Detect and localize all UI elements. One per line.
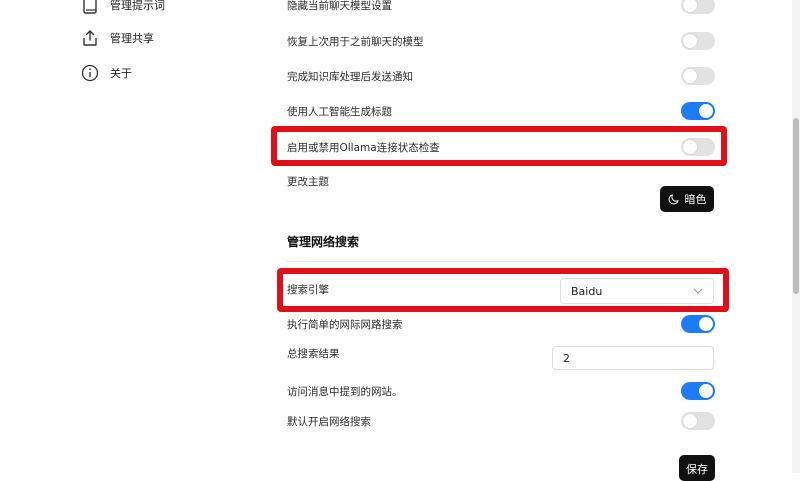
setting-total-results: 总搜索结果 bbox=[287, 343, 537, 363]
scrollbar-thumb[interactable] bbox=[793, 118, 799, 294]
info-icon bbox=[80, 63, 100, 83]
default-web-search-toggle[interactable] bbox=[681, 412, 715, 430]
highlight-box-ollama bbox=[271, 126, 727, 166]
setting-label: 总搜索结果 bbox=[287, 347, 340, 360]
sidebar-item-label: 管理共享 bbox=[110, 32, 154, 45]
share-icon bbox=[80, 28, 100, 48]
setting-label: 完成知识库处理后发送通知 bbox=[287, 70, 413, 83]
scrollbar[interactable] bbox=[792, 0, 800, 473]
total-results-value: 2 bbox=[563, 351, 570, 365]
setting-label: 使用人工智能生成标题 bbox=[287, 105, 392, 118]
setting-label: 隐藏当前聊天模型设置 bbox=[287, 0, 392, 12]
ai-title-toggle[interactable] bbox=[681, 102, 715, 120]
setting-kb-notify: 完成知识库处理后发送通知 bbox=[287, 66, 715, 86]
book-icon bbox=[80, 0, 100, 15]
setting-label: 更改主题 bbox=[287, 175, 329, 188]
kb-notify-toggle[interactable] bbox=[681, 67, 715, 85]
setting-label: 默认开启网络搜索 bbox=[287, 415, 371, 428]
simple-search-toggle[interactable] bbox=[681, 315, 715, 333]
section-title-web-search: 管理网络搜索 bbox=[287, 235, 360, 249]
save-button[interactable]: 保存 bbox=[679, 455, 715, 481]
theme-button[interactable]: 暗色 bbox=[660, 186, 714, 212]
setting-default-web-search: 默认开启网络搜索 bbox=[287, 411, 715, 431]
setting-label: 执行简单的网际网路搜索 bbox=[287, 318, 403, 331]
setting-visit-sites: 访问消息中提到的网站。 bbox=[287, 381, 715, 401]
setting-simple-search: 执行简单的网际网路搜索 bbox=[287, 314, 715, 334]
theme-button-label: 暗色 bbox=[684, 193, 707, 206]
setting-hide-model-settings: 隐藏当前聊天模型设置 bbox=[287, 0, 715, 15]
sidebar-item-label: 管理提示词 bbox=[110, 0, 165, 12]
hide-model-settings-toggle[interactable] bbox=[681, 0, 715, 14]
visit-sites-toggle[interactable] bbox=[681, 382, 715, 400]
restore-last-model-toggle[interactable] bbox=[681, 32, 715, 50]
sidebar-item-about[interactable]: 关于 bbox=[80, 62, 132, 84]
setting-label: 访问消息中提到的网站。 bbox=[287, 385, 403, 398]
highlight-box-search-engine bbox=[277, 268, 729, 312]
moon-icon bbox=[668, 193, 679, 204]
setting-theme: 更改主题 bbox=[287, 171, 715, 191]
sidebar-item-manage-prompts[interactable]: 管理提示词 bbox=[80, 0, 165, 16]
setting-label: 恢复上次用于之前聊天的模型 bbox=[287, 35, 424, 48]
divider bbox=[287, 261, 715, 262]
sidebar-item-label: 关于 bbox=[110, 67, 132, 80]
setting-restore-last-model: 恢复上次用于之前聊天的模型 bbox=[287, 31, 715, 51]
setting-ai-title: 使用人工智能生成标题 bbox=[287, 101, 715, 121]
total-results-input[interactable]: 2 bbox=[552, 346, 714, 370]
sidebar-item-manage-sharing[interactable]: 管理共享 bbox=[80, 27, 154, 49]
